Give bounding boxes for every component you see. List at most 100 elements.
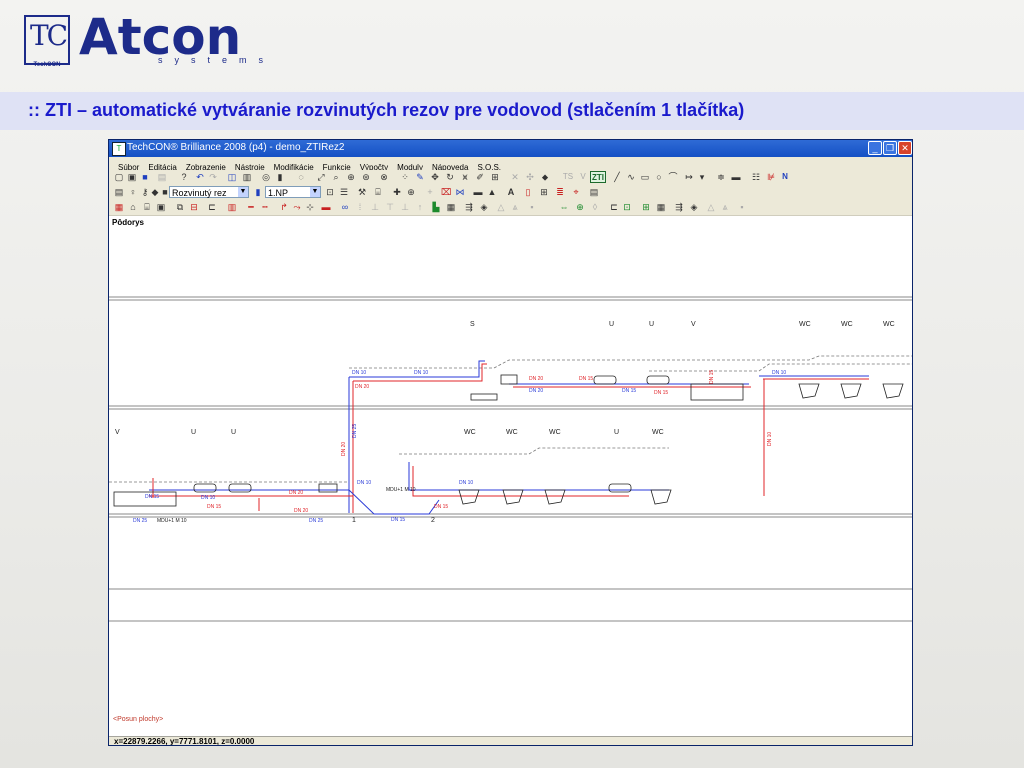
ts-button[interactable]: TS <box>561 172 575 182</box>
chevron-down-icon[interactable]: ▼ <box>310 187 320 197</box>
marker-icon[interactable]: ⌖ <box>571 187 581 197</box>
drawing-canvas[interactable]: S U U V WC WC WC DN 10 DN 10 DN 20 DN 15… <box>109 216 912 736</box>
dimension-options-icon[interactable]: ▾ <box>697 172 707 182</box>
gray-tool-6-icon[interactable]: ⩓ <box>510 202 520 212</box>
minimize-button[interactable]: _ <box>868 141 882 155</box>
print-icon[interactable]: ▤ <box>157 172 167 182</box>
list-icon[interactable]: ≣ <box>555 187 565 197</box>
book-icon[interactable]: ▮ <box>275 172 285 182</box>
redo-icon[interactable]: ↷ <box>208 172 218 182</box>
dim-icon[interactable]: ⇶ <box>674 202 684 212</box>
pipe-bend-icon[interactable]: ↱ <box>279 202 289 212</box>
zti-tool-3-icon[interactable]: ⌸ <box>142 202 152 212</box>
plus-icon[interactable]: + <box>425 187 435 197</box>
redraw-icon[interactable]: ◌ <box>296 172 306 182</box>
arc-icon[interactable]: ⌒ <box>668 172 678 182</box>
match-icon[interactable]: ⊯ <box>766 172 776 182</box>
layer-color-icon[interactable]: ◆ <box>150 187 160 197</box>
zti-tool-1-icon[interactable]: ▦ <box>114 202 124 212</box>
warning-icon[interactable]: △ <box>496 202 506 212</box>
label-icon[interactable]: ▯ <box>523 187 533 197</box>
gray-tool-1-icon[interactable]: ⁞ <box>355 202 365 212</box>
target-icon[interactable]: ⊕ <box>406 187 416 197</box>
window-titlebar[interactable]: T TechCON® Brilliance 2008 (p4) - demo_Z… <box>109 140 912 157</box>
clipboard-icon[interactable]: ▥ <box>242 172 252 182</box>
warning-2-icon[interactable]: △ <box>706 202 716 212</box>
hatch-icon[interactable]: ≑ <box>716 172 726 182</box>
cold-water-icon[interactable]: ━ <box>246 202 256 212</box>
pencil-icon[interactable]: ✐ <box>475 172 485 182</box>
green-tool-1-icon[interactable]: ▙ <box>431 202 441 212</box>
mirror-icon[interactable]: ⩙ <box>460 172 470 182</box>
block-icon[interactable]: ▬ <box>731 172 741 182</box>
zoom-extent-icon[interactable]: ⊗ <box>379 172 389 182</box>
section-icon[interactable]: ⊏ <box>609 202 619 212</box>
gray-tool-7-icon[interactable]: ▪ <box>527 202 537 212</box>
green-tool-4-icon[interactable]: ⊞ <box>641 202 651 212</box>
pipe-cross-icon[interactable]: ⊹ <box>305 202 315 212</box>
line-icon[interactable]: ╱ <box>612 172 622 182</box>
view-combo[interactable]: Rozvinutý rez ▼ <box>169 186 249 198</box>
light-icon[interactable]: ♀ <box>128 187 138 197</box>
circle-icon[interactable]: ○ <box>654 172 664 182</box>
floor-combo[interactable]: 1.NP ▼ <box>265 186 321 198</box>
open-folder-icon[interactable]: ▣ <box>127 172 137 182</box>
gray-tool-3-icon[interactable]: ⊤ <box>385 202 395 212</box>
floor-list-icon[interactable]: ☰ <box>339 187 349 197</box>
gray-tool-10-icon[interactable]: ▪ <box>737 202 747 212</box>
save-icon[interactable]: ■ <box>140 172 150 182</box>
link-icon[interactable]: ∞ <box>340 202 350 212</box>
snap-icon[interactable]: ⁘ <box>400 172 410 182</box>
new-file-icon[interactable]: ▢ <box>114 172 124 182</box>
gray-tool-5-icon[interactable]: ↑ <box>415 202 425 212</box>
wall-icon[interactable]: ▬ <box>473 187 483 197</box>
wrench-icon[interactable]: ⚒ <box>357 187 367 197</box>
zti-tool-2-icon[interactable]: ⌂ <box>128 202 138 212</box>
document-icon[interactable]: ▤ <box>589 187 599 197</box>
floor-book-icon[interactable]: ▮ <box>253 187 263 197</box>
developed-section-icon[interactable]: ⊡ <box>622 202 632 212</box>
close-button[interactable]: ✕ <box>898 141 912 155</box>
zti-tool-5-icon[interactable]: ⧉ <box>175 202 185 212</box>
zti-tool-7-icon[interactable]: ⊏ <box>207 202 217 212</box>
chevron-down-icon[interactable]: ▼ <box>238 187 248 197</box>
zti-button[interactable]: ZTI <box>590 171 606 183</box>
diamond-icon[interactable]: ◈ <box>479 202 489 212</box>
polyline-icon[interactable]: ∿ <box>626 172 636 182</box>
stair-icon[interactable]: ⌸ <box>373 187 383 197</box>
rectangle-icon[interactable]: ▭ <box>640 172 650 182</box>
rotate-icon[interactable]: ↻ <box>445 172 455 182</box>
zti-tool-4-icon[interactable]: ▣ <box>156 202 166 212</box>
green-tool-3-icon[interactable]: ⊕ <box>575 202 585 212</box>
regen-icon[interactable]: ◎ <box>261 172 271 182</box>
undo-icon[interactable]: ↶ <box>195 172 205 182</box>
dimension-icon[interactable]: ↦ <box>684 172 694 182</box>
help-pointer-icon[interactable]: ? <box>179 172 189 182</box>
n-button[interactable]: N <box>780 172 790 182</box>
grid-table-icon[interactable]: ▦ <box>446 202 456 212</box>
v-button[interactable]: V <box>578 172 588 182</box>
table-icon[interactable]: ⊞ <box>539 187 549 197</box>
roof-icon[interactable]: ▲ <box>487 187 497 197</box>
maximize-button[interactable]: ❐ <box>883 141 897 155</box>
gray-tool-9-icon[interactable]: ⩓ <box>720 202 730 212</box>
gray-tool-2-icon[interactable]: ⊥ <box>370 202 380 212</box>
cross-icon[interactable]: ✚ <box>392 187 402 197</box>
explode-icon[interactable]: ⬥ <box>540 172 550 182</box>
zti-tool-8-icon[interactable]: ▥ <box>227 202 237 212</box>
zoom-all-icon[interactable]: ⊛ <box>361 172 371 182</box>
pipe-route-icon[interactable]: ⤳ <box>292 202 302 212</box>
copy-icon[interactable]: ✣ <box>525 172 535 182</box>
properties-icon[interactable]: ☷ <box>751 172 761 182</box>
lock-icon[interactable]: ⚷ <box>140 187 150 197</box>
floor-props-icon[interactable]: ⊡ <box>325 187 335 197</box>
door-icon[interactable]: ⋈ <box>455 187 465 197</box>
diamond-2-icon[interactable]: ◈ <box>689 202 699 212</box>
move-icon[interactable]: ✥ <box>430 172 440 182</box>
layers-icon[interactable]: ◫ <box>227 172 237 182</box>
scale-icon[interactable]: ✕ <box>510 172 520 182</box>
zoom-realtime-icon[interactable]: ⌕ <box>331 172 341 182</box>
zti-tool-6-icon[interactable]: ⊟ <box>189 202 199 212</box>
table-grid-icon[interactable]: ▦ <box>656 202 666 212</box>
layer-icon[interactable]: ▤ <box>114 187 124 197</box>
